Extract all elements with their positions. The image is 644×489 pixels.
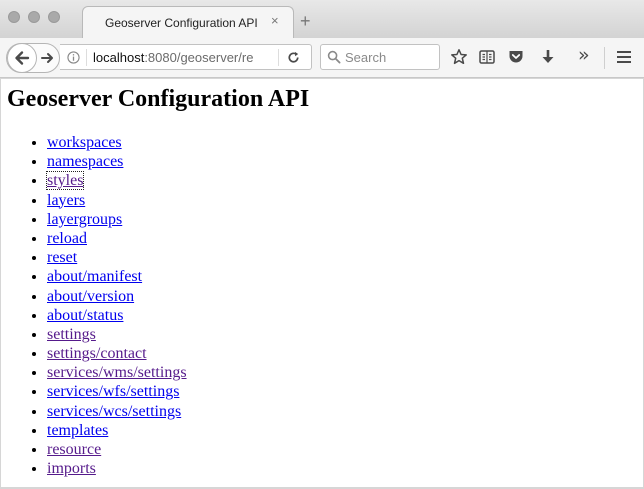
list-item: workspaces [47,133,187,152]
content-area: Geoserver Configuration API workspaces na… [0,78,644,489]
info-icon[interactable] [67,51,80,64]
list-item: settings/contact [47,344,187,363]
list-item: layergroups [47,210,187,229]
web-page: Geoserver Configuration API workspaces na… [1,79,643,487]
api-link[interactable]: templates [47,422,108,439]
list-item: resource [47,440,187,459]
search-input[interactable] [345,47,435,67]
api-link[interactable]: services/wms/settings [47,364,187,381]
url-path: :8080/geoserver/re [144,50,253,65]
reload-icon[interactable] [286,50,301,65]
api-link[interactable]: reload [47,230,87,247]
new-tab-button[interactable]: + [300,12,311,30]
tab-title: Geoserver Configuration API [105,16,258,30]
page-title: Geoserver Configuration API [7,86,310,112]
tab-close-icon[interactable]: × [271,14,279,28]
back-forward-group [6,43,60,73]
api-link[interactable]: namespaces [47,153,123,170]
api-link[interactable]: layers [47,192,85,209]
list-item: imports [47,459,187,478]
back-arrow-icon [15,51,30,65]
bookmark-star-icon[interactable] [450,48,468,66]
overflow-chevron-icon[interactable]: » [578,46,596,65]
download-icon[interactable] [539,48,557,66]
back-button[interactable] [7,43,37,73]
list-item: about/status [47,306,187,325]
list-item: settings [47,325,187,344]
api-link[interactable]: about/manifest [47,268,142,285]
api-link[interactable]: settings/contact [47,345,147,362]
api-link[interactable]: about/status [47,307,123,324]
list-item: layers [47,191,187,210]
forward-button[interactable] [39,49,57,67]
api-link[interactable]: styles [45,171,85,191]
toolbar-separator [604,47,605,69]
maximize-window-button[interactable] [48,11,60,23]
api-link[interactable]: workspaces [47,134,122,151]
url-divider [86,49,87,66]
list-item: styles [45,171,187,191]
list-item: about/version [47,287,187,306]
list-item: services/wms/settings [47,363,187,382]
list-item: namespaces [47,152,187,171]
list-item: services/wcs/settings [47,402,187,421]
api-link[interactable]: imports [47,460,96,477]
reader-view-icon[interactable] [478,48,496,66]
url-divider-right [278,49,279,66]
browser-window: Geoserver Configuration API × + localhos… [0,0,644,489]
url-text[interactable]: localhost:8080/geoserver/re [93,50,253,65]
list-item: reset [47,248,187,267]
address-bar[interactable]: localhost:8080/geoserver/re [60,44,312,70]
api-link[interactable]: resource [47,441,101,458]
hamburger-menu-icon[interactable] [615,48,633,66]
close-window-button[interactable] [8,11,20,23]
list-item: templates [47,421,187,440]
api-link[interactable]: services/wfs/settings [47,383,179,400]
search-icon [327,50,341,64]
list-item: reload [47,229,187,248]
api-link[interactable]: services/wcs/settings [47,403,181,420]
forward-arrow-icon [41,53,53,63]
api-link[interactable]: about/version [47,288,134,305]
minimize-window-button[interactable] [28,11,40,23]
search-bar[interactable] [320,44,440,70]
pocket-icon[interactable] [507,48,525,66]
api-link[interactable]: layergroups [47,211,122,228]
tab-geoserver[interactable]: Geoserver Configuration API × [82,6,294,38]
list-item: about/manifest [47,267,187,286]
link-list: workspaces namespacesstyleslayers layergro… [7,133,187,478]
list-item: services/wfs/settings [47,382,187,401]
tab-strip: Geoserver Configuration API × + [0,0,644,38]
api-link[interactable]: reset [47,249,77,266]
url-host: localhost [93,50,145,65]
navigation-toolbar: localhost:8080/geoserver/re Search » [0,38,644,78]
api-link[interactable]: settings [47,326,96,343]
